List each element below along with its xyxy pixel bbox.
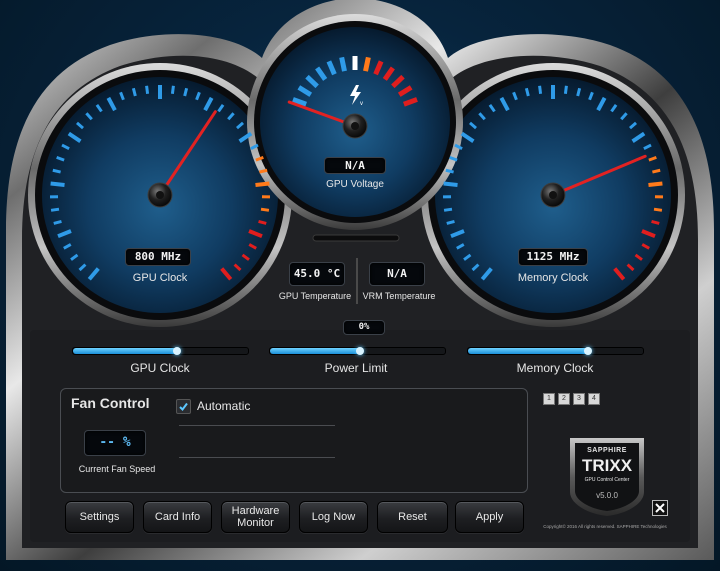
slider-knob[interactable] — [584, 347, 593, 355]
fan-speed-line-bottom — [179, 457, 335, 458]
automatic-label: Automatic — [197, 399, 251, 413]
memory-clock-slider[interactable] — [467, 347, 644, 355]
svg-text:v: v — [360, 101, 363, 106]
logo-brand: SAPPHIRE — [587, 447, 627, 454]
gpu-clock-slider-label: GPU Clock — [130, 361, 190, 375]
gauge-tick — [445, 168, 454, 174]
gauge-tick — [50, 207, 60, 212]
settings-button[interactable]: Settings — [65, 501, 134, 533]
gpu-voltage-readout: N/A — [324, 157, 386, 174]
gauge-tick — [443, 181, 458, 187]
memory-clock-slider-label: Memory Clock — [516, 361, 594, 375]
card-info-button[interactable]: Card Info — [143, 501, 212, 533]
gauge-tick — [651, 219, 660, 225]
gauge-tick — [50, 181, 65, 187]
automatic-checkbox[interactable] — [176, 399, 191, 414]
gauge-tick — [170, 85, 175, 94]
lightning-bolt-icon: v — [347, 84, 365, 107]
reset-button[interactable]: Reset — [377, 501, 448, 533]
gauge-tick — [145, 85, 150, 94]
power-limit-slider-label: Power Limit — [324, 361, 388, 375]
close-x-icon — [655, 503, 665, 513]
gauge-tick — [443, 207, 453, 212]
gauge-tick — [52, 168, 61, 174]
gauge-tick — [258, 219, 267, 225]
slider-fill — [270, 348, 361, 354]
slider-knob[interactable] — [173, 347, 182, 355]
slider-fill — [468, 348, 589, 354]
memory-clock-hub-center — [549, 191, 557, 199]
gpu-clock-readout: 800 MHz — [125, 248, 191, 266]
fan-control-panel: Fan Control Automatic -- % Current Fan S… — [60, 388, 528, 493]
gauge-tick — [183, 87, 189, 97]
logo-subtitle: GPU Control Center — [584, 477, 630, 483]
logo-version: v5.0.0 — [596, 491, 618, 500]
fan-control-title: Fan Control — [71, 395, 150, 411]
gauge-tick — [653, 207, 663, 212]
vrm-temperature-readout: N/A — [369, 262, 425, 286]
log-now-button[interactable]: Log Now — [299, 501, 368, 533]
memory-clock-readout: 1125 MHz — [518, 248, 588, 266]
gauge-tick — [563, 85, 568, 94]
gauge-tick — [576, 87, 582, 97]
gauge-tick — [446, 219, 455, 225]
gauge-tick — [652, 168, 661, 174]
hardware-monitor-button[interactable]: Hardware Monitor — [221, 501, 290, 533]
profile-1-button[interactable]: 1 — [543, 393, 555, 405]
gauge-tick — [538, 85, 543, 94]
profile-2-button[interactable]: 2 — [558, 393, 570, 405]
profile-3-button[interactable]: 3 — [573, 393, 585, 405]
gauge-tick — [260, 207, 270, 212]
gpu-temperature-readout: 45.0 °C — [289, 262, 345, 286]
slider-fill — [73, 348, 178, 354]
gpu-clock-hub-center — [156, 191, 164, 199]
gauge-tick — [339, 56, 347, 72]
checkmark-icon — [179, 402, 188, 412]
close-button[interactable] — [652, 500, 668, 516]
sapphire-trixx-logo: SAPPHIRE TRIXX GPU Control Center v5.0.0 — [566, 434, 648, 518]
gpu-clock-slider[interactable] — [72, 347, 249, 355]
profile-4-button[interactable]: 4 — [588, 393, 600, 405]
gpu-temperature-label: GPU Temperature — [278, 291, 352, 301]
gauge-tick — [131, 87, 137, 97]
gauge-tick — [259, 168, 268, 174]
fan-speed-label: Current Fan Speed — [78, 464, 156, 474]
gauge-tick — [53, 219, 62, 225]
fan-speed-readout: -- % — [84, 430, 146, 456]
vrm-temperature-label: VRM Temperature — [362, 291, 436, 301]
logo-product: TRIXX — [581, 456, 633, 475]
slider-knob[interactable] — [356, 347, 365, 355]
power-limit-slider[interactable] — [269, 347, 446, 355]
apply-button[interactable]: Apply — [455, 501, 524, 533]
gauge-tick — [255, 181, 270, 187]
gauge-tick — [648, 181, 663, 187]
copyright-text: Copyright© 2016 All rights reserved. SAP… — [543, 524, 667, 529]
profile-selector: 1234 — [543, 393, 603, 405]
power-limit-readout: 0% — [343, 320, 385, 335]
gauge-tick — [524, 87, 530, 97]
fan-speed-line-top — [179, 425, 335, 426]
memory-clock-gauge-label: Memory Clock — [517, 272, 589, 284]
gpu-clock-gauge-label: GPU Clock — [132, 272, 188, 284]
gpu-voltage-hub-center — [351, 122, 359, 130]
gauge-tick — [363, 56, 371, 72]
gpu-voltage-gauge-label: GPU Voltage — [326, 179, 384, 190]
trixx-window: v 800 MHz GPU Clock N/A GPU Voltage 1125… — [0, 0, 720, 571]
